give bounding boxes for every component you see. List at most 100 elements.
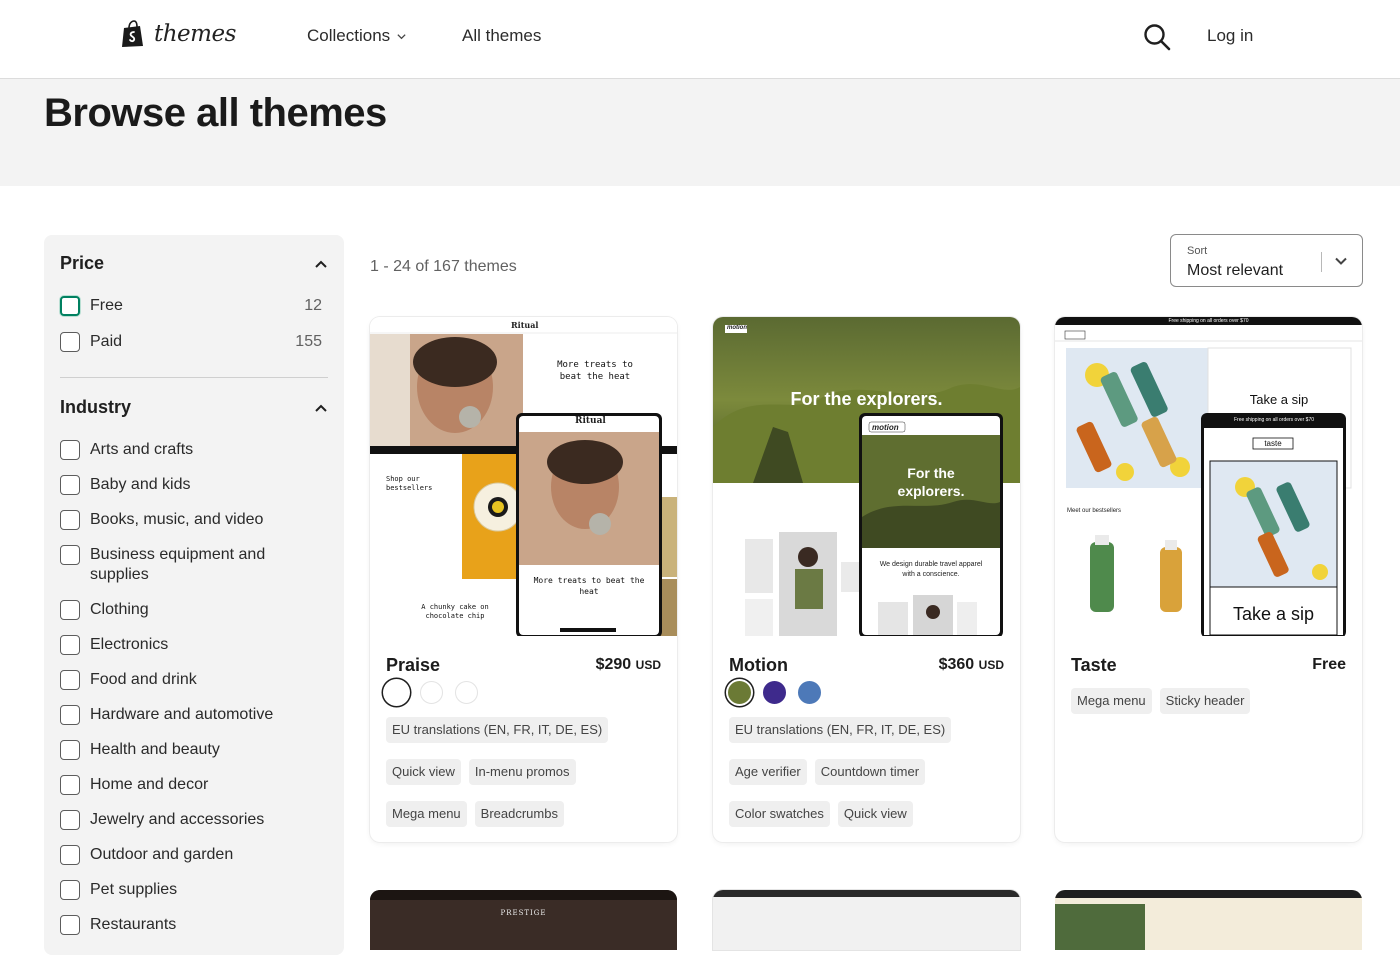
checkbox[interactable] bbox=[60, 635, 80, 655]
theme-preview-motion[interactable]: motion For the explorers. motion For the… bbox=[713, 317, 1020, 636]
option-count: 12 bbox=[304, 297, 322, 314]
search-icon[interactable] bbox=[1142, 22, 1172, 52]
themes-logo[interactable]: themes bbox=[121, 20, 236, 48]
option-label: Business equipment and supplies bbox=[90, 546, 266, 583]
industry-option[interactable]: Baby and kids bbox=[60, 475, 322, 495]
filter-divider bbox=[60, 377, 328, 378]
checkbox[interactable] bbox=[60, 845, 80, 865]
industry-option[interactable]: Food and drink bbox=[60, 670, 322, 690]
industry-filter-header[interactable]: Industry bbox=[60, 397, 328, 418]
industry-option[interactable]: Arts and crafts bbox=[60, 440, 322, 460]
praise-cake-text: A chunky cake on chocolate chip bbox=[421, 603, 489, 620]
theme-card-taste[interactable]: Free shipping on all orders over $70 Tak… bbox=[1055, 317, 1362, 842]
checkbox[interactable] bbox=[60, 332, 80, 352]
taste-mobile-headline: Take a sip bbox=[1232, 604, 1315, 624]
hero-banner: Browse all themes bbox=[0, 79, 1400, 186]
industry-option[interactable]: Restaurants bbox=[60, 915, 322, 935]
taste-mobile-brand: taste bbox=[1264, 439, 1282, 448]
taste-promo-text: Free shipping on all orders over $70 bbox=[1168, 318, 1249, 324]
swatch-blue[interactable] bbox=[798, 681, 821, 704]
checkbox[interactable] bbox=[60, 475, 80, 495]
sort-value: Most relevant bbox=[1187, 262, 1284, 279]
swatch-purple[interactable] bbox=[763, 681, 786, 704]
industry-option[interactable]: Clothing bbox=[60, 600, 322, 620]
praise-brand-text: Ritual bbox=[511, 320, 539, 330]
checkbox[interactable] bbox=[60, 670, 80, 690]
price-currency: USD bbox=[635, 658, 661, 672]
industry-option[interactable]: Hardware and automotive bbox=[60, 705, 322, 725]
checkbox[interactable] bbox=[60, 705, 80, 725]
feature-tag: Age verifier bbox=[729, 759, 807, 785]
price-filter-title: Price bbox=[60, 253, 105, 273]
swatch-light[interactable] bbox=[385, 681, 408, 704]
industry-option[interactable]: Outdoor and garden bbox=[60, 845, 322, 865]
theme-preview-praise[interactable]: Ritual More treats to beat the heat Shop… bbox=[370, 317, 677, 636]
industry-option[interactable]: Pet supplies bbox=[60, 880, 322, 900]
option-count: 155 bbox=[295, 333, 322, 350]
checkbox[interactable] bbox=[60, 600, 80, 620]
theme-name[interactable]: Motion bbox=[729, 655, 788, 676]
praise-headline: More treats to beat the heat bbox=[557, 360, 633, 382]
industry-option[interactable]: Books, music, and video bbox=[60, 510, 322, 530]
checkbox[interactable] bbox=[60, 510, 80, 530]
swatch-olive[interactable] bbox=[728, 681, 751, 704]
feature-tags: EU translations (EN, FR, IT, DE, ES) Qui… bbox=[386, 717, 661, 827]
checkbox[interactable] bbox=[60, 880, 80, 900]
option-label: Home and decor bbox=[90, 776, 209, 793]
feature-tag: Sticky header bbox=[1159, 688, 1251, 714]
color-swatches bbox=[728, 681, 821, 704]
theme-preview-taste[interactable]: Free shipping on all orders over $70 Tak… bbox=[1055, 317, 1362, 636]
praise-bestsellers: Shop our bestsellers bbox=[386, 475, 433, 492]
feature-tag: Mega menu bbox=[1071, 688, 1152, 714]
chevron-up-icon bbox=[315, 404, 327, 412]
feature-tag: EU translations (EN, FR, IT, DE, ES) bbox=[729, 717, 952, 743]
shopify-bag-icon bbox=[122, 20, 143, 47]
chevron-up-icon bbox=[315, 260, 327, 268]
nav-collections-label: Collections bbox=[307, 26, 391, 45]
theme-name[interactable]: Taste bbox=[1071, 655, 1117, 676]
swatch-light[interactable] bbox=[455, 681, 478, 704]
sort-select[interactable]: Sort Most relevant bbox=[1170, 234, 1363, 287]
price-filter-header[interactable]: Price bbox=[60, 253, 328, 274]
price-option-free[interactable]: Free 12 bbox=[60, 296, 322, 316]
theme-card-motion[interactable]: motion For the explorers. motion For the… bbox=[713, 317, 1020, 842]
price-option-paid[interactable]: Paid 155 bbox=[60, 332, 322, 352]
industry-option[interactable]: Business equipment and supplies bbox=[60, 545, 322, 585]
checkbox[interactable] bbox=[60, 810, 80, 830]
option-label: Jewelry and accessories bbox=[90, 811, 265, 828]
feature-tag: Quick view bbox=[386, 759, 461, 785]
option-label: Paid bbox=[90, 333, 123, 350]
nav-collections[interactable]: Collections bbox=[307, 26, 407, 46]
checkbox[interactable] bbox=[60, 775, 80, 795]
theme-name[interactable]: Praise bbox=[386, 655, 440, 676]
industry-option[interactable]: Jewelry and accessories bbox=[60, 810, 322, 830]
peek-brand: PRESTIGE bbox=[500, 909, 547, 917]
login-link[interactable]: Log in bbox=[1207, 26, 1253, 46]
swatch-light[interactable] bbox=[420, 681, 443, 704]
taste-headline: Take a sip bbox=[1249, 392, 1309, 407]
industry-option[interactable]: Electronics bbox=[60, 635, 322, 655]
nav-all-themes[interactable]: All themes bbox=[462, 26, 541, 46]
industry-option[interactable]: Home and decor bbox=[60, 775, 322, 795]
industry-option[interactable]: Health and beauty bbox=[60, 740, 322, 760]
feature-tag: Breadcrumbs bbox=[474, 801, 564, 827]
checkbox[interactable] bbox=[60, 296, 80, 316]
option-label: Hardware and automotive bbox=[90, 706, 274, 723]
option-label: Baby and kids bbox=[90, 476, 191, 493]
color-swatches bbox=[385, 681, 478, 704]
option-label: Health and beauty bbox=[90, 741, 220, 758]
praise-mobile-headline: More treats to beat the heat bbox=[533, 576, 645, 596]
theme-card-peek[interactable]: PRESTIGE bbox=[370, 890, 677, 950]
chevron-down-icon bbox=[397, 33, 406, 39]
checkbox[interactable] bbox=[60, 915, 80, 935]
theme-card-praise[interactable]: Ritual More treats to beat the heat Shop… bbox=[370, 317, 677, 842]
checkbox[interactable] bbox=[60, 545, 80, 565]
theme-price: $290 USD bbox=[596, 656, 661, 674]
checkbox[interactable] bbox=[60, 740, 80, 760]
price-amount: Free bbox=[1312, 656, 1346, 673]
checkbox[interactable] bbox=[60, 440, 80, 460]
theme-card-peek[interactable] bbox=[1055, 890, 1362, 950]
page-title: Browse all themes bbox=[44, 91, 387, 135]
theme-card-peek[interactable] bbox=[713, 890, 1020, 950]
feature-tags: EU translations (EN, FR, IT, DE, ES) Age… bbox=[729, 717, 1004, 827]
